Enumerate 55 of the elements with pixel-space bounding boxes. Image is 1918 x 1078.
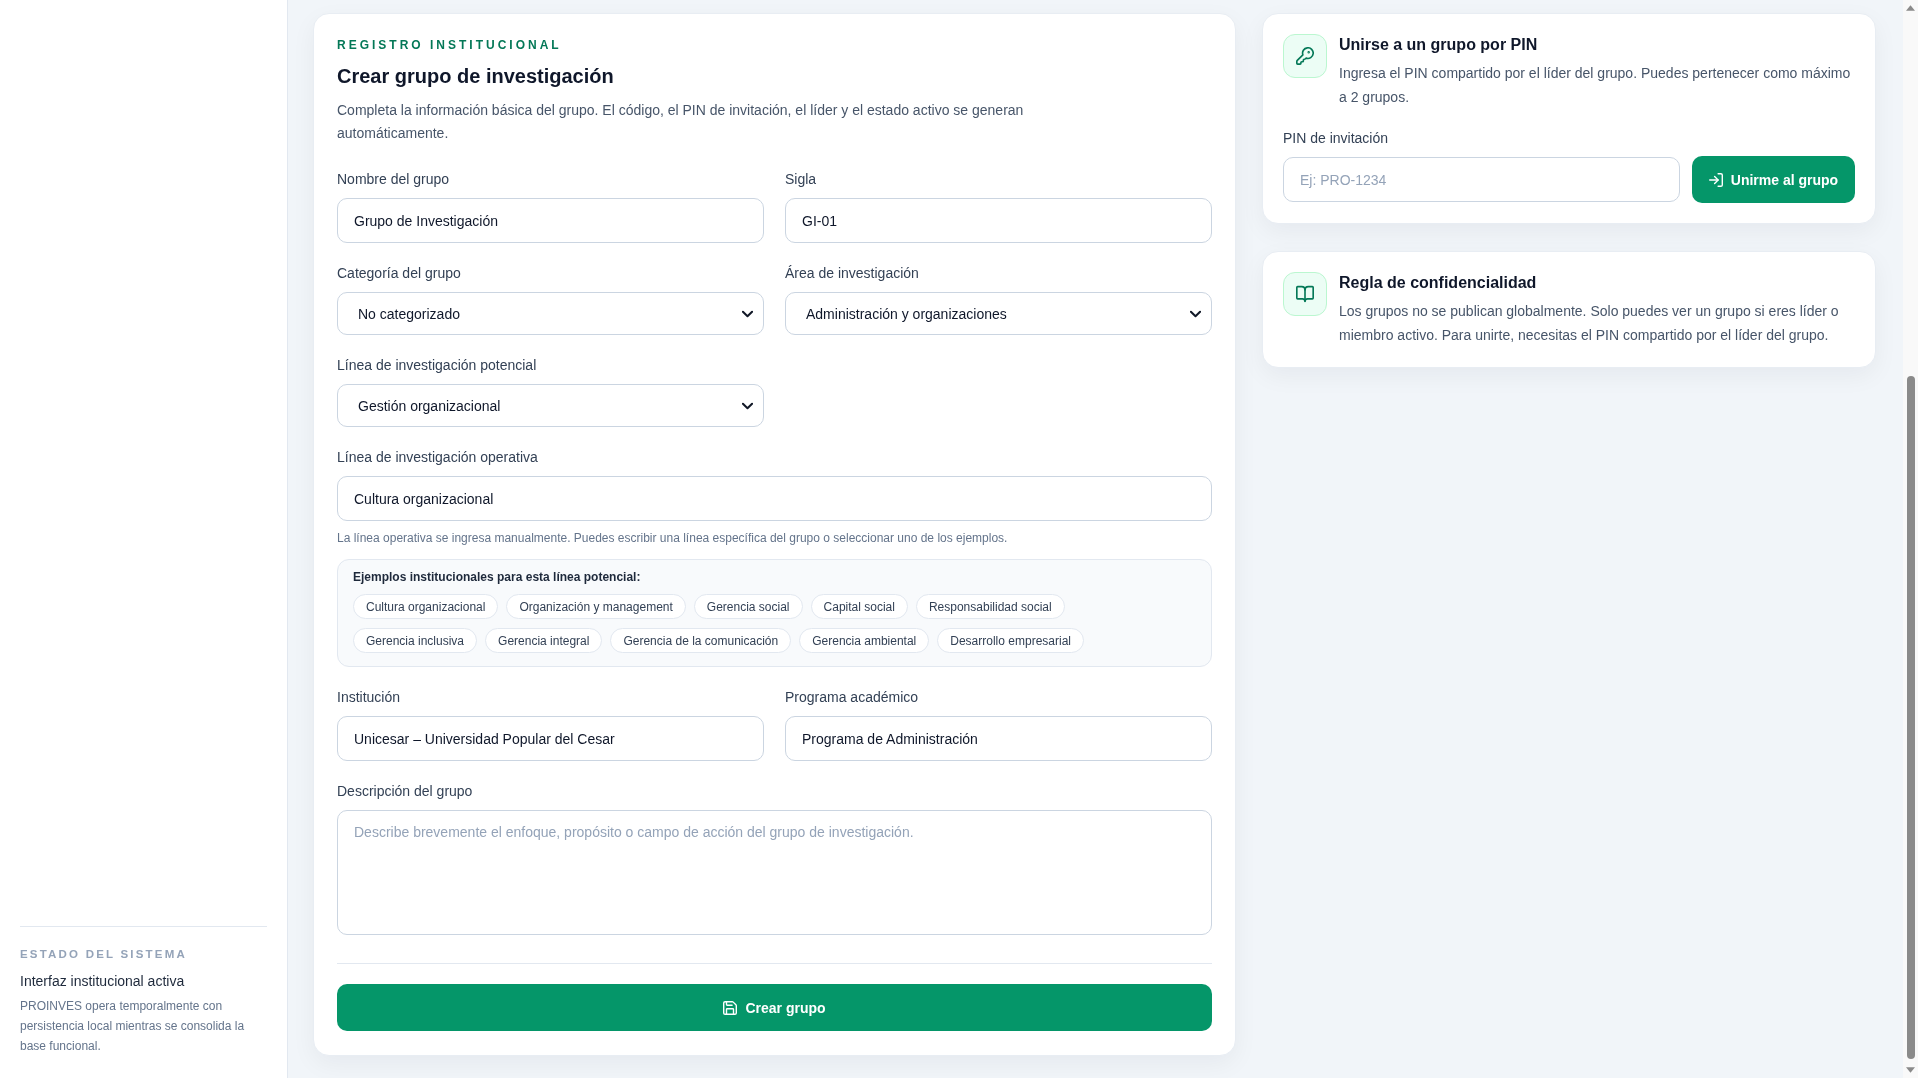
description-field[interactable]: Describe brevemente el enfoque, propósito o campo de acción del grupo de investigación. <box>337 810 1212 935</box>
book-icon <box>1283 272 1327 316</box>
scrollbar-thumb[interactable] <box>1906 376 1915 1059</box>
field-label: PIN de invitación <box>1283 130 1390 147</box>
field-label: Descripción del grupo <box>337 783 474 800</box>
example-chip[interactable]: Responsabilidad social <box>915 594 1065 619</box>
example-chip[interactable]: Cultura organizacional <box>353 594 499 619</box>
card-description: Ingresa el PIN compartido por el líder del grupo. Puedes pertenecer como máximo a 2 grupos. <box>1339 64 1852 107</box>
select-field[interactable]: Gestión organizacional <box>337 384 764 427</box>
save-icon <box>723 1000 738 1015</box>
text-field[interactable]: Programa de Administración <box>785 716 1212 761</box>
text-field[interactable]: Unicesar – Universidad Popular del Cesar <box>337 716 764 761</box>
status-title: Interfaz institucional activa <box>20 972 186 990</box>
chevron-down-icon <box>742 309 753 318</box>
pin-field[interactable]: Ej: PRO-1234 <box>1283 157 1680 202</box>
example-chip[interactable]: Desarrollo empresarial <box>937 628 1084 653</box>
field-label: Institución <box>337 689 402 706</box>
scroll-up-icon[interactable] <box>1906 5 1915 11</box>
card-description: Los grupos no se publican globalmente. Solo puedes ver un grupo si eres líder o miembro activo. Para unirte, necesitas el PIN compartido por el líder del grupo. <box>1339 302 1840 345</box>
card-title: Regla de confidencialidad <box>1339 273 1538 293</box>
status-description: PROINVES opera temporalmente con persistencia local mientras se consolida la base funcional. <box>20 998 246 1055</box>
example-chip[interactable]: Capital social <box>810 594 908 619</box>
key-icon <box>1283 34 1327 78</box>
field-label: Nombre del grupo <box>337 171 451 188</box>
log-in-icon <box>1708 172 1723 187</box>
field-label: Línea de investigación potencial <box>337 357 538 374</box>
create-group-button[interactable]: Crear grupo <box>337 984 1212 1031</box>
select-field[interactable]: No categorizado <box>337 292 764 335</box>
chevron-down-icon <box>742 401 753 410</box>
scrollbar[interactable] <box>1903 0 1918 1078</box>
text-field[interactable]: Cultura organizacional <box>337 476 1212 521</box>
join-button[interactable]: Unirme al grupo <box>1692 156 1855 203</box>
select-field[interactable]: Administración y organizaciones <box>785 292 1212 335</box>
text-field[interactable]: GI-01 <box>785 198 1212 243</box>
field-label: Línea de investigación operativa <box>337 449 539 466</box>
chevron-down-icon <box>1190 309 1201 318</box>
field-label: Categoría del grupo <box>337 265 462 282</box>
field-label: Área de investigación <box>785 265 920 282</box>
example-chip[interactable]: Gerencia de la comunicación <box>610 628 792 653</box>
example-chip[interactable]: Gerencia inclusiva <box>353 628 478 653</box>
form-title: Crear grupo de investigación <box>337 64 615 89</box>
examples-heading: Ejemplos institucionales para esta línea potencial: <box>353 569 642 585</box>
text-field[interactable]: Grupo de Investigación <box>337 198 764 243</box>
status-heading: ESTADO DEL SISTEMA <box>20 947 188 962</box>
section-eyebrow: REGISTRO INSTITUCIONAL <box>337 37 563 53</box>
card-title: Unirse a un grupo por PIN <box>1339 35 1539 55</box>
example-chip[interactable]: Gerencia integral <box>485 628 603 653</box>
scroll-down-icon[interactable] <box>1906 1067 1915 1073</box>
form-description: Completa la información básica del grupo. El código, el PIN de invitación, el líder y el estado activo se generan automáticamente. <box>337 101 1025 143</box>
field-label: Sigla <box>785 171 818 188</box>
example-chip[interactable]: Gerencia ambiental <box>799 628 930 653</box>
field-label: Programa académico <box>785 689 920 706</box>
example-chip[interactable]: Gerencia social <box>693 594 803 619</box>
help-text: La línea operativa se ingresa manualmente. Puedes escribir una línea específica del grupo o seleccionar uno de los ejemplos. <box>337 530 1009 546</box>
example-chip[interactable]: Organización y management <box>506 594 686 619</box>
